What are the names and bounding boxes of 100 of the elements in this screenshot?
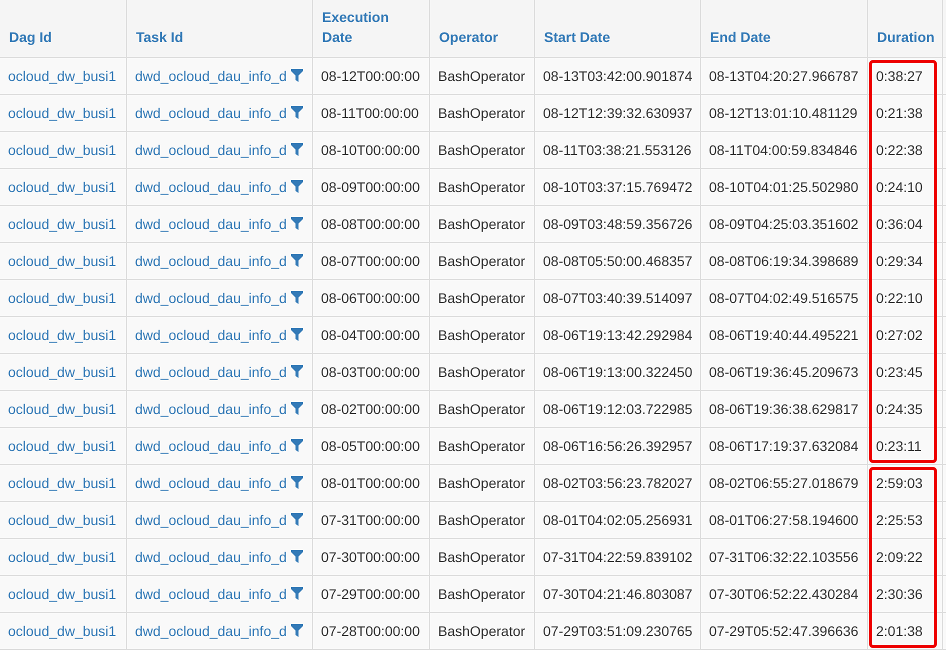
filter-icon[interactable] <box>290 439 303 453</box>
table-cell: 08-01T04:02:05.256931 <box>543 512 692 528</box>
filter-icon[interactable] <box>290 217 303 231</box>
table-cell: 08-06T19:36:38.629817 <box>709 401 858 417</box>
table-cell: 08-05T00:00:00 <box>321 438 420 454</box>
table-cell: 08-12T12:39:32.630937 <box>543 105 692 121</box>
table-cell: 08-13T03:42:00.901874 <box>543 68 692 84</box>
table-cell: 07-29T03:51:09.230765 <box>543 623 692 639</box>
filter-icon[interactable] <box>290 328 303 342</box>
table-cell: BashOperator <box>438 290 526 306</box>
table-cell: 08-10T00:00:00 <box>321 142 420 158</box>
table-cell: 07-31T00:00:00 <box>321 512 420 528</box>
table-cell: 2:09:22 <box>876 549 923 565</box>
table-cell: 0:23:11 <box>876 438 922 454</box>
table-cell: 0:23:45 <box>876 364 923 380</box>
table-cell: BashOperator <box>438 475 526 491</box>
table-cell: BashOperator <box>438 253 526 269</box>
filter-icon[interactable] <box>290 254 303 268</box>
table-cell: 08-06T00:00:00 <box>321 290 420 306</box>
table-cell: 08-06T16:56:26.392957 <box>543 438 692 454</box>
table-cell: 2:01:38 <box>876 623 923 639</box>
table-cell: 0:24:35 <box>876 401 923 417</box>
table-cell: 2:59:03 <box>876 475 923 491</box>
table-cell: 07-30T06:52:22.430284 <box>709 586 858 602</box>
table-cell: 2:25:53 <box>876 512 923 528</box>
table-cell: BashOperator <box>438 364 526 380</box>
table-cell: 08-07T00:00:00 <box>321 253 420 269</box>
table-cell: 0:29:34 <box>876 253 923 269</box>
table-cell: BashOperator <box>438 586 526 602</box>
table-cell: BashOperator <box>438 438 526 454</box>
filter-icon[interactable] <box>290 476 303 490</box>
table-cell: BashOperator <box>438 512 526 528</box>
table-cell: BashOperator <box>438 549 526 565</box>
table-cell: 08-12T00:00:00 <box>321 68 420 84</box>
filter-icon[interactable] <box>290 513 303 527</box>
table-cell: 08-08T00:00:00 <box>321 216 420 232</box>
table-cell: 08-02T03:56:23.782027 <box>543 475 692 491</box>
filter-icon[interactable] <box>290 106 303 120</box>
column-header[interactable]: End Date <box>701 0 868 58</box>
table-cell: 08-01T00:00:00 <box>321 475 420 491</box>
table-cell: 2:30:36 <box>876 586 923 602</box>
table-cell: 08-02T00:00:00 <box>321 401 420 417</box>
column-header[interactable]: Start Date <box>535 0 701 58</box>
table-cell: BashOperator <box>438 216 526 232</box>
table-cell: BashOperator <box>438 401 526 417</box>
table-cell: 08-11T00:00:00 <box>321 105 419 121</box>
filter-icon[interactable] <box>290 365 303 379</box>
table-cell: 08-06T19:13:00.322450 <box>543 364 692 380</box>
table-cell: 08-11T04:00:59.834846 <box>709 142 858 158</box>
table-cell: 08-04T00:00:00 <box>321 327 420 343</box>
table-cell: 08-03T00:00:00 <box>321 364 420 380</box>
table-cell: 0:24:10 <box>876 179 923 195</box>
table-cell: 0:22:10 <box>876 290 923 306</box>
table-cell: BashOperator <box>438 68 526 84</box>
table-cell: 0:21:38 <box>876 105 923 121</box>
table-cell: BashOperator <box>438 623 526 639</box>
filter-icon[interactable] <box>290 143 303 157</box>
table-cell: 08-09T04:25:03.351602 <box>709 216 858 232</box>
column-header[interactable]: Duration <box>868 0 943 58</box>
filter-icon[interactable] <box>290 402 303 416</box>
table-cell: 07-29T00:00:00 <box>321 586 420 602</box>
table-cell: 08-08T06:19:34.398689 <box>709 253 858 269</box>
table-cell: 08-06T19:40:44.495221 <box>709 327 858 343</box>
table-cell: 07-31T04:22:59.839102 <box>543 549 692 565</box>
table-cell: 08-06T19:12:03.722985 <box>543 401 692 417</box>
filter-icon[interactable] <box>290 550 303 564</box>
filter-icon[interactable] <box>290 587 303 601</box>
table-cell: 08-12T13:01:10.481129 <box>709 105 858 121</box>
table-cell: 0:27:02 <box>876 327 923 343</box>
table-cell: 07-28T00:00:00 <box>321 623 420 639</box>
table-cell: 08-06T19:36:45.209673 <box>709 364 858 380</box>
column-header[interactable]: Execution Date <box>313 0 430 58</box>
table-cell: 07-30T00:00:00 <box>321 549 420 565</box>
table-cell: 08-13T04:20:27.966787 <box>709 68 858 84</box>
column-header[interactable]: Task Id <box>127 0 313 58</box>
table-cell: 08-06T17:19:37.632084 <box>709 438 858 454</box>
table-cell: 07-31T06:32:22.103556 <box>709 549 858 565</box>
table-cell: 08-09T00:00:00 <box>321 179 420 195</box>
column-header[interactable]: Dag Id <box>0 0 127 58</box>
filter-icon[interactable] <box>290 291 303 305</box>
table-cell: BashOperator <box>438 105 526 121</box>
filter-icon[interactable] <box>290 624 303 638</box>
table-cell: 0:38:27 <box>876 68 923 84</box>
table-cell: 08-02T06:55:27.018679 <box>709 475 858 491</box>
table-cell: BashOperator <box>438 327 526 343</box>
table-cell: 08-11T03:38:21.553126 <box>543 142 692 158</box>
table-cell: 08-06T19:13:42.292984 <box>543 327 692 343</box>
table-cell: 08-09T03:48:59.356726 <box>543 216 692 232</box>
table-cell: 08-08T05:50:00.468357 <box>543 253 692 269</box>
table-cell: 08-10T03:37:15.769472 <box>543 179 692 195</box>
table-cell: 08-10T04:01:25.502980 <box>709 179 858 195</box>
table-cell: 07-30T04:21:46.803087 <box>543 586 692 602</box>
table-cell: 0:22:38 <box>876 142 923 158</box>
table-cell: BashOperator <box>438 142 526 158</box>
table-cell: 08-07T04:02:49.516575 <box>709 290 858 306</box>
table-cell: 08-07T03:40:39.514097 <box>543 290 692 306</box>
column-header[interactable]: Operator <box>430 0 535 58</box>
filter-icon[interactable] <box>290 69 303 83</box>
table-cell: 08-01T06:27:58.194600 <box>709 512 858 528</box>
filter-icon[interactable] <box>290 180 303 194</box>
